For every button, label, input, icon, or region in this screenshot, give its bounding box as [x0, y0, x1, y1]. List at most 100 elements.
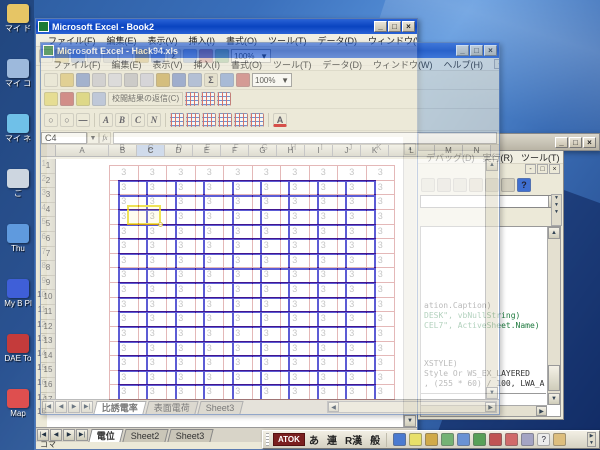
grid-cell[interactable] — [347, 197, 375, 212]
hack94-tab-nav-icon[interactable]: ▶ — [68, 401, 80, 413]
hack94-menu-編集(E)[interactable]: 編集(E) — [112, 58, 142, 71]
grid-cell[interactable] — [148, 240, 176, 255]
grid-cell[interactable] — [262, 372, 290, 387]
fx-icon[interactable]: fx — [99, 132, 111, 144]
grid-cell[interactable] — [262, 270, 290, 285]
grid-cell[interactable] — [177, 211, 205, 226]
grid-cell[interactable] — [290, 299, 318, 314]
grid-cell[interactable] — [347, 357, 375, 372]
word-register-icon[interactable] — [409, 433, 422, 446]
scroll-down-icon[interactable]: ▼ — [486, 387, 498, 399]
hack94-menu-データ(D)[interactable]: データ(D) — [323, 58, 363, 71]
grid-cell[interactable] — [205, 226, 233, 241]
atok-mode-連[interactable]: 連 — [327, 432, 337, 447]
grid-cell[interactable] — [347, 299, 375, 314]
grid-cell[interactable] — [148, 372, 176, 387]
grid-cell[interactable] — [205, 211, 233, 226]
vbe-close-icon[interactable]: × — [583, 137, 596, 148]
ime-pad-icon[interactable] — [393, 433, 406, 446]
grid-cell[interactable] — [148, 357, 176, 372]
grid-cell[interactable] — [234, 284, 262, 299]
grid-cell[interactable] — [234, 343, 262, 358]
grid-cell[interactable] — [148, 343, 176, 358]
grid-cell[interactable] — [205, 270, 233, 285]
hack94-column-K[interactable]: K — [361, 145, 389, 156]
hack94-row-1[interactable]: 1 — [41, 159, 55, 174]
grid-cell[interactable] — [177, 313, 205, 328]
table-pattern-icon[interactable] — [186, 113, 200, 127]
shape-button[interactable]: ○ — [44, 113, 58, 127]
hack94-menu-書式(O)[interactable]: 書式(O) — [231, 58, 262, 71]
vbe-code-window-restore-icon[interactable]: □ — [537, 164, 548, 174]
property-icon[interactable] — [473, 433, 486, 446]
hack94-row-6[interactable]: 6 — [41, 232, 55, 247]
help-icon[interactable]: ? — [517, 178, 531, 192]
hack94-tab-nav-icon[interactable]: ◀ — [55, 401, 67, 413]
formula-input[interactable] — [113, 132, 497, 144]
vbe-minimize-icon[interactable]: _ — [555, 137, 568, 148]
grid-cell[interactable] — [205, 372, 233, 387]
macro-letter-button-N[interactable]: N — [147, 113, 161, 127]
grid-cell[interactable] — [262, 299, 290, 314]
hack94-row-2[interactable]: 2 — [41, 174, 55, 189]
grid-cell[interactable] — [177, 226, 205, 241]
grid-cell[interactable] — [177, 270, 205, 285]
grid-cell[interactable] — [347, 343, 375, 358]
grid-cell[interactable] — [290, 313, 318, 328]
selected-cell-c4[interactable] — [127, 205, 161, 225]
grid-cell[interactable] — [177, 328, 205, 343]
vbe-code-window-close-icon[interactable]: × — [549, 164, 560, 174]
grid-cell[interactable] — [148, 328, 176, 343]
my-computer[interactable]: マイ コ — [0, 59, 36, 114]
grid-cell[interactable] — [177, 255, 205, 270]
grid-cell[interactable] — [234, 299, 262, 314]
book2-sheet-tab-電位[interactable]: 電位 — [88, 429, 123, 442]
table-pattern-icon[interactable] — [250, 113, 264, 127]
grid-cell[interactable] — [120, 270, 148, 285]
hack94-close-icon[interactable]: × — [484, 45, 497, 56]
grid-cell[interactable] — [234, 197, 262, 212]
grid-cell[interactable] — [120, 313, 148, 328]
grid-cell[interactable] — [319, 182, 347, 197]
grid-cell[interactable] — [262, 357, 290, 372]
pen-icon[interactable] — [505, 433, 518, 446]
grid-cell[interactable] — [205, 197, 233, 212]
name-box[interactable] — [41, 132, 87, 144]
autosum-icon[interactable]: Σ — [204, 73, 218, 87]
grid-cell[interactable] — [290, 270, 318, 285]
grid-cell[interactable] — [262, 240, 290, 255]
hack94-menu-表示(V)[interactable]: 表示(V) — [153, 58, 183, 71]
dictionary-icon[interactable] — [489, 433, 502, 446]
copy-icon[interactable] — [140, 73, 154, 87]
book2-titlebar[interactable]: Microsoft Excel - Book2 _□× — [36, 19, 417, 34]
grid-cell[interactable] — [205, 299, 233, 314]
grid-cell[interactable] — [262, 328, 290, 343]
namebox-dropdown-icon[interactable]: ▼ — [87, 132, 99, 144]
grid-cell[interactable] — [177, 343, 205, 358]
grid-cell[interactable] — [177, 182, 205, 197]
shape-button[interactable]: ○ — [60, 113, 74, 127]
grid-cell[interactable] — [234, 270, 262, 285]
grid-cell[interactable] — [262, 343, 290, 358]
undo-icon[interactable] — [172, 73, 186, 87]
print-preview-icon[interactable] — [108, 73, 122, 87]
hack94-column-C[interactable]: C — [137, 145, 165, 156]
hack94-column-J[interactable]: J — [333, 145, 361, 156]
grid-cell[interactable] — [347, 270, 375, 285]
book2-sheet-tab-Sheet3[interactable]: Sheet3 — [167, 429, 213, 442]
grid-cell[interactable] — [177, 284, 205, 299]
select-all-corner[interactable] — [41, 145, 56, 156]
grid-cell[interactable] — [319, 197, 347, 212]
hack94-row-9[interactable]: 9 — [41, 276, 55, 291]
grid-cell[interactable] — [120, 284, 148, 299]
hack94-row-12[interactable]: 12 — [41, 320, 55, 335]
table-pattern-icon[interactable] — [170, 113, 184, 127]
grid-cell[interactable] — [319, 226, 347, 241]
scroll-left-icon[interactable]: ◀ — [328, 402, 339, 412]
hack94-column-F[interactable]: F — [221, 145, 249, 156]
hack94-sheet-tab-表面電荷[interactable]: 表面電荷 — [145, 401, 198, 414]
hack94-titlebar[interactable]: Microsoft Excel - Hack94.xls _□× — [41, 43, 499, 58]
grid-cell[interactable] — [347, 372, 375, 387]
hack94-menu-ツール(T)[interactable]: ツール(T) — [273, 58, 312, 71]
comment-icon[interactable] — [44, 92, 58, 106]
